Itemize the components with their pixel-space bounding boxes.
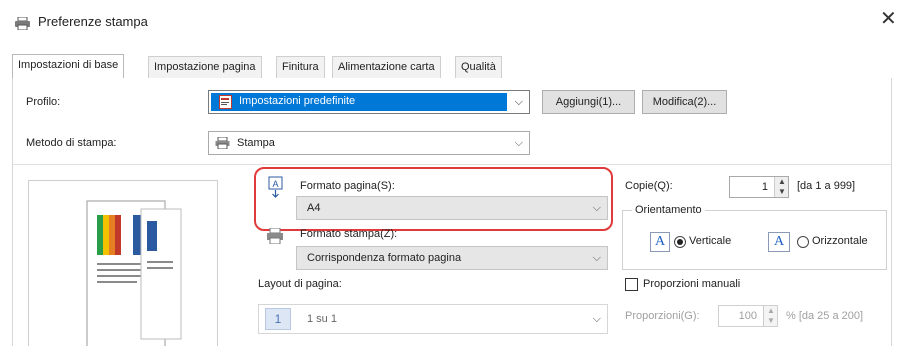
printer-icon	[266, 227, 284, 247]
scale-range: % [da 25 a 200]	[786, 310, 864, 322]
landscape-orientation-icon: A	[768, 232, 790, 252]
output-size-value: Corrispondenza formato pagina	[307, 252, 462, 264]
tab-impostazioni-di-base[interactable]: Impostazioni di base	[12, 54, 125, 79]
landscape-radio[interactable]	[797, 236, 809, 248]
print-method-label: Metodo di stampa:	[26, 137, 117, 149]
edit-profile-button[interactable]: Modifica(2)...	[642, 90, 727, 114]
scale-label: Proporzioni(G):	[625, 310, 700, 322]
section-divider	[12, 164, 892, 165]
document-preview-icon	[86, 200, 182, 346]
chevron-down-icon: ⌵	[514, 137, 523, 149]
profile-icon	[219, 95, 232, 112]
print-method-value: Stampa	[237, 137, 275, 149]
chevron-down-icon[interactable]: ⌵	[515, 96, 523, 109]
printer-icon	[14, 16, 31, 31]
copies-range: [da 1 a 999]	[797, 180, 856, 192]
chevron-down-icon: ⌵	[592, 252, 601, 264]
print-method-select[interactable]: Stampa ⌵	[208, 131, 530, 155]
orientation-label: Orientamento	[632, 204, 705, 216]
spin-arrows-icon[interactable]: ▲ ▼	[763, 306, 777, 326]
chevron-down-icon: ⌵	[592, 313, 601, 325]
copies-input[interactable]: 1 ▲ ▼	[729, 176, 789, 198]
title-bar: Preferenze stampa ✕	[0, 0, 905, 44]
profile-value: Impostazioni predefinite	[239, 95, 356, 107]
page-layout-value: 1 su 1	[307, 313, 337, 325]
tab-finitura[interactable]: Finitura	[276, 56, 325, 78]
profile-label: Profilo:	[26, 96, 61, 108]
landscape-label[interactable]: Orizzontale	[812, 235, 868, 247]
highlight-callout	[254, 167, 613, 231]
profile-select[interactable]: Impostazioni predefinite ⌵	[208, 90, 530, 114]
tab-alimentazione-carta[interactable]: Alimentazione carta	[332, 56, 441, 78]
tab-impostazione-pagina[interactable]: Impostazione pagina	[148, 56, 262, 78]
portrait-orientation-icon: A	[650, 232, 670, 252]
manual-scaling-checkbox[interactable]	[625, 278, 638, 291]
spin-arrows-icon[interactable]: ▲ ▼	[774, 177, 788, 197]
scale-input[interactable]: 100 ▲ ▼	[718, 305, 778, 327]
page-layout-select[interactable]: 1 1 su 1 ⌵	[258, 304, 608, 334]
scale-value: 100	[738, 310, 757, 322]
add-profile-button[interactable]: Aggiungi(1)...	[542, 90, 635, 114]
page-layout-label: Layout di pagina:	[258, 278, 342, 290]
portrait-radio[interactable]	[674, 236, 686, 248]
window-title: Preferenze stampa	[38, 14, 148, 29]
page-layout-icon: 1	[265, 308, 291, 330]
printer-icon	[215, 136, 230, 152]
tab-qualita[interactable]: Qualità	[455, 56, 502, 78]
manual-scaling-label[interactable]: Proporzioni manuali	[643, 278, 740, 290]
copies-label: Copie(Q):	[625, 180, 673, 192]
output-size-select[interactable]: Corrispondenza formato pagina ⌵	[296, 246, 608, 270]
tab-strip: Impostazioni di base Impostazione pagina…	[0, 54, 905, 79]
close-icon[interactable]: ✕	[880, 9, 897, 29]
page-preview	[28, 180, 218, 346]
output-size-label: Formato stampa(Z):	[300, 228, 398, 240]
profile-selection-highlight: Impostazioni predefinite	[211, 93, 507, 111]
copies-value: 1	[761, 181, 768, 193]
portrait-label[interactable]: Verticale	[689, 235, 731, 247]
